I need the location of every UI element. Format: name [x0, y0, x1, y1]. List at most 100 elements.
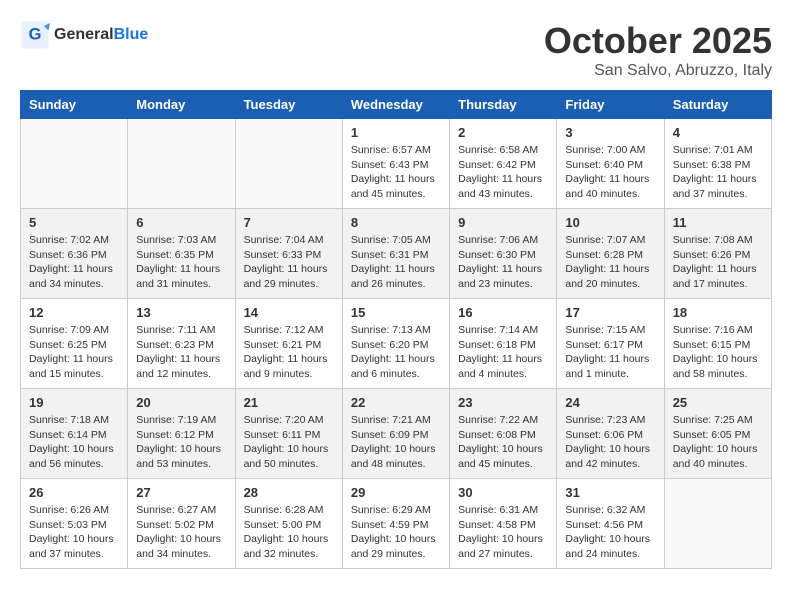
calendar-cell: 11 Sunrise: 7:08 AM Sunset: 6:26 PM Dayli…	[664, 209, 771, 299]
calendar-cell: 13 Sunrise: 7:11 AM Sunset: 6:23 PM Dayli…	[128, 299, 235, 389]
calendar-week-row: 5 Sunrise: 7:02 AM Sunset: 6:36 PM Daylig…	[21, 209, 772, 299]
day-number: 4	[673, 125, 763, 140]
logo: G GeneralBlue	[20, 20, 148, 50]
day-number: 13	[136, 305, 226, 320]
calendar-cell: 4Sunrise: 7:01 AM Sunset: 6:38 PM Daylig…	[664, 119, 771, 209]
calendar-cell: 29Sunrise: 6:29 AM Sunset: 4:59 PM Dayli…	[342, 479, 449, 569]
calendar-cell	[664, 479, 771, 569]
day-header-sunday: Sunday	[21, 91, 128, 119]
svg-text:G: G	[29, 26, 42, 44]
day-number: 26	[29, 485, 119, 500]
day-info: Sunrise: 7:07 AM Sunset: 6:28 PM Dayligh…	[565, 233, 655, 292]
calendar-cell	[235, 119, 342, 209]
day-info: Sunrise: 7:16 AM Sunset: 6:15 PM Dayligh…	[673, 323, 763, 382]
calendar-cell: 14Sunrise: 7:12 AM Sunset: 6:21 PM Dayli…	[235, 299, 342, 389]
logo-blue: Blue	[114, 26, 149, 43]
calendar-cell: 7Sunrise: 7:04 AM Sunset: 6:33 PM Daylig…	[235, 209, 342, 299]
day-header-tuesday: Tuesday	[235, 91, 342, 119]
day-info: Sunrise: 7:03 AM Sunset: 6:35 PM Dayligh…	[136, 233, 226, 292]
day-info: Sunrise: 7:15 AM Sunset: 6:17 PM Dayligh…	[565, 323, 655, 382]
day-number: 15	[351, 305, 441, 320]
day-number: 5	[29, 215, 119, 230]
logo-icon: G	[20, 20, 50, 50]
day-number: 23	[458, 395, 548, 410]
calendar-header-row: SundayMondayTuesdayWednesdayThursdayFrid…	[21, 91, 772, 119]
calendar-cell: 19 Sunrise: 7:18 AM Sunset: 6:14 PM Dayli…	[21, 389, 128, 479]
calendar-week-row: 1 Sunrise: 6:57 AM Sunset: 6:43 PM Daylig…	[21, 119, 772, 209]
day-number: 25	[673, 395, 763, 410]
logo-text: GeneralBlue	[54, 26, 148, 44]
calendar-cell: 16Sunrise: 7:14 AM Sunset: 6:18 PM Dayli…	[450, 299, 557, 389]
calendar-cell: 20 Sunrise: 7:19 AM Sunset: 6:12 PM Dayli…	[128, 389, 235, 479]
day-number: 29	[351, 485, 441, 500]
day-number: 6	[136, 215, 226, 230]
day-info: Sunrise: 7:09 AM Sunset: 6:25 PM Dayligh…	[29, 323, 119, 382]
calendar-cell: 8 Sunrise: 7:05 AM Sunset: 6:31 PM Daylig…	[342, 209, 449, 299]
calendar-cell: 5 Sunrise: 7:02 AM Sunset: 6:36 PM Daylig…	[21, 209, 128, 299]
day-info: Sunrise: 6:26 AM Sunset: 5:03 PM Dayligh…	[29, 503, 119, 562]
calendar-cell: 12 Sunrise: 7:09 AM Sunset: 6:25 PM Dayli…	[21, 299, 128, 389]
calendar-cell: 2 Sunrise: 6:58 AM Sunset: 6:42 PM Daylig…	[450, 119, 557, 209]
day-info: Sunrise: 7:00 AM Sunset: 6:40 PM Dayligh…	[565, 143, 655, 202]
calendar-cell: 28 Sunrise: 6:28 AM Sunset: 5:00 PM Dayli…	[235, 479, 342, 569]
day-number: 31	[565, 485, 655, 500]
day-number: 8	[351, 215, 441, 230]
day-header-friday: Friday	[557, 91, 664, 119]
calendar-cell: 17Sunrise: 7:15 AM Sunset: 6:17 PM Dayli…	[557, 299, 664, 389]
day-header-wednesday: Wednesday	[342, 91, 449, 119]
calendar-cell: 1 Sunrise: 6:57 AM Sunset: 6:43 PM Daylig…	[342, 119, 449, 209]
calendar-cell: 30Sunrise: 6:31 AM Sunset: 4:58 PM Dayli…	[450, 479, 557, 569]
day-info: Sunrise: 7:05 AM Sunset: 6:31 PM Dayligh…	[351, 233, 441, 292]
day-info: Sunrise: 7:06 AM Sunset: 6:30 PM Dayligh…	[458, 233, 548, 292]
location-title: San Salvo, Abruzzo, Italy	[544, 62, 772, 80]
logo-general: General	[54, 26, 114, 43]
day-info: Sunrise: 7:20 AM Sunset: 6:11 PM Dayligh…	[244, 413, 334, 472]
day-number: 20	[136, 395, 226, 410]
day-info: Sunrise: 6:58 AM Sunset: 6:42 PM Dayligh…	[458, 143, 548, 202]
calendar-cell: 9 Sunrise: 7:06 AM Sunset: 6:30 PM Daylig…	[450, 209, 557, 299]
day-info: Sunrise: 7:14 AM Sunset: 6:18 PM Dayligh…	[458, 323, 548, 382]
calendar-cell	[21, 119, 128, 209]
day-info: Sunrise: 7:11 AM Sunset: 6:23 PM Dayligh…	[136, 323, 226, 382]
day-info: Sunrise: 6:28 AM Sunset: 5:00 PM Dayligh…	[244, 503, 334, 562]
calendar-cell: 24Sunrise: 7:23 AM Sunset: 6:06 PM Dayli…	[557, 389, 664, 479]
calendar-cell	[128, 119, 235, 209]
day-info: Sunrise: 7:19 AM Sunset: 6:12 PM Dayligh…	[136, 413, 226, 472]
day-number: 1	[351, 125, 441, 140]
day-info: Sunrise: 7:13 AM Sunset: 6:20 PM Dayligh…	[351, 323, 441, 382]
calendar-cell: 22Sunrise: 7:21 AM Sunset: 6:09 PM Dayli…	[342, 389, 449, 479]
calendar-cell: 18 Sunrise: 7:16 AM Sunset: 6:15 PM Dayli…	[664, 299, 771, 389]
day-info: Sunrise: 7:02 AM Sunset: 6:36 PM Dayligh…	[29, 233, 119, 292]
day-header-monday: Monday	[128, 91, 235, 119]
day-number: 21	[244, 395, 334, 410]
day-number: 28	[244, 485, 334, 500]
calendar-cell: 21 Sunrise: 7:20 AM Sunset: 6:11 PM Dayli…	[235, 389, 342, 479]
day-info: Sunrise: 7:25 AM Sunset: 6:05 PM Dayligh…	[673, 413, 763, 472]
calendar-cell: 3Sunrise: 7:00 AM Sunset: 6:40 PM Daylig…	[557, 119, 664, 209]
calendar-cell: 23 Sunrise: 7:22 AM Sunset: 6:08 PM Dayli…	[450, 389, 557, 479]
page-header: G GeneralBlue October 2025 San Salvo, Ab…	[20, 20, 772, 80]
day-number: 12	[29, 305, 119, 320]
day-number: 18	[673, 305, 763, 320]
calendar-cell: 10 Sunrise: 7:07 AM Sunset: 6:28 PM Dayli…	[557, 209, 664, 299]
day-number: 22	[351, 395, 441, 410]
day-number: 27	[136, 485, 226, 500]
day-number: 2	[458, 125, 548, 140]
day-info: Sunrise: 6:57 AM Sunset: 6:43 PM Dayligh…	[351, 143, 441, 202]
day-info: Sunrise: 6:32 AM Sunset: 4:56 PM Dayligh…	[565, 503, 655, 562]
calendar-cell: 27Sunrise: 6:27 AM Sunset: 5:02 PM Dayli…	[128, 479, 235, 569]
day-number: 11	[673, 215, 763, 230]
calendar-week-row: 26 Sunrise: 6:26 AM Sunset: 5:03 PM Dayli…	[21, 479, 772, 569]
day-number: 14	[244, 305, 334, 320]
month-title: October 2025	[544, 20, 772, 62]
day-number: 19	[29, 395, 119, 410]
calendar-week-row: 12 Sunrise: 7:09 AM Sunset: 6:25 PM Dayli…	[21, 299, 772, 389]
day-info: Sunrise: 7:08 AM Sunset: 6:26 PM Dayligh…	[673, 233, 763, 292]
day-number: 9	[458, 215, 548, 230]
day-number: 30	[458, 485, 548, 500]
day-info: Sunrise: 7:22 AM Sunset: 6:08 PM Dayligh…	[458, 413, 548, 472]
day-number: 10	[565, 215, 655, 230]
day-info: Sunrise: 7:18 AM Sunset: 6:14 PM Dayligh…	[29, 413, 119, 472]
calendar-table: SundayMondayTuesdayWednesdayThursdayFrid…	[20, 90, 772, 569]
day-info: Sunrise: 7:23 AM Sunset: 6:06 PM Dayligh…	[565, 413, 655, 472]
